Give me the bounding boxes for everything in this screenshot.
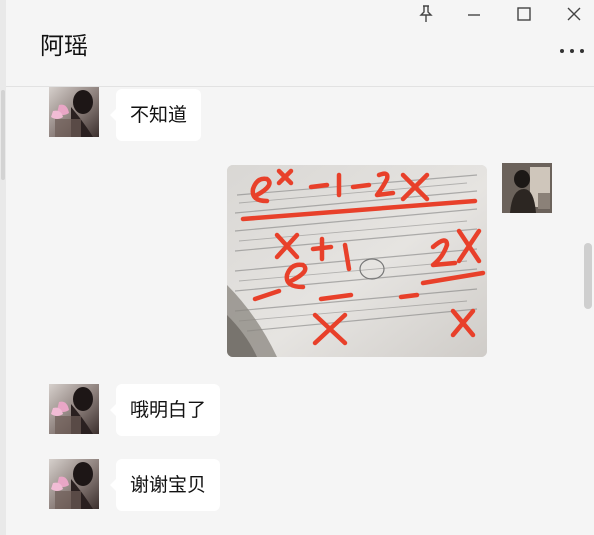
message-text: 哦明白了 xyxy=(130,399,207,421)
chat-scrollbar[interactable] xyxy=(584,243,592,309)
pin-icon[interactable] xyxy=(414,4,438,24)
chat-title: 阿瑶 xyxy=(40,32,88,60)
image-message[interactable] xyxy=(227,165,487,357)
message-bubble[interactable]: 谢谢宝贝 xyxy=(109,459,221,511)
more-horizontal-icon[interactable] xyxy=(560,44,584,58)
message-list[interactable]: 不知道 哦明白了 谢谢宝贝 xyxy=(6,87,594,535)
message-text: 不知道 xyxy=(130,104,188,126)
contact-avatar[interactable] xyxy=(49,384,99,434)
message-text: 谢谢宝贝 xyxy=(130,474,207,496)
message-bubble[interactable]: 不知道 xyxy=(109,89,202,141)
chat-header: 阿瑶 xyxy=(6,0,594,87)
my-avatar[interactable] xyxy=(502,163,552,213)
contact-avatar[interactable] xyxy=(49,87,99,137)
minimize-icon[interactable] xyxy=(462,4,486,24)
left-scroll-thumb[interactable] xyxy=(1,90,5,180)
close-icon[interactable] xyxy=(562,4,586,24)
message-bubble[interactable]: 哦明白了 xyxy=(109,384,221,436)
contact-avatar[interactable] xyxy=(49,459,99,509)
maximize-icon[interactable] xyxy=(512,4,536,24)
